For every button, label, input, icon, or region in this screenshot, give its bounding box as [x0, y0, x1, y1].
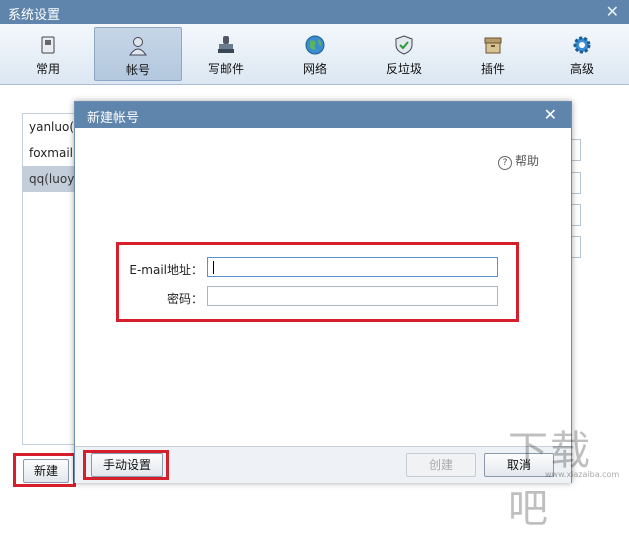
window-close-icon[interactable]: ✕ [606, 2, 619, 21]
tab-network[interactable]: 网络 [272, 27, 358, 79]
tab-general[interactable]: 常用 [5, 27, 91, 79]
settings-toolbar: 常用 帐号 写邮件 网络 反垃圾 插件 高级 [0, 24, 629, 85]
tab-general-label: 常用 [35, 62, 60, 76]
user-icon [129, 37, 147, 56]
help-link[interactable]: ? 帮助 [498, 152, 539, 170]
gear-icon [573, 36, 591, 54]
highlight-box [116, 242, 519, 322]
highlight-box [13, 453, 76, 487]
tab-antispam-label: 反垃圾 [385, 62, 422, 76]
dialog-titlebar: 新建帐号 ✕ [75, 102, 571, 128]
tab-compose[interactable]: 写邮件 [183, 27, 269, 79]
tab-advanced-label: 高级 [569, 62, 594, 76]
create-button[interactable]: 创建 [406, 453, 476, 477]
stamp-icon [218, 36, 234, 53]
highlight-box [83, 450, 169, 480]
watermark-url: www.xiazaiba.com [545, 470, 620, 479]
shield-icon [395, 35, 413, 55]
tab-advanced[interactable]: 高级 [539, 27, 625, 79]
globe-icon [305, 35, 325, 55]
tab-network-label: 网络 [302, 62, 327, 76]
dialog-title: 新建帐号 [87, 111, 140, 126]
window-titlebar: 系统设置 ✕ [0, 0, 629, 24]
phone-icon [41, 36, 55, 54]
dialog-close-icon[interactable]: ✕ [544, 105, 557, 124]
tab-account-label: 帐号 [125, 63, 150, 77]
tab-plugins-label: 插件 [480, 62, 505, 76]
tab-compose-label: 写邮件 [207, 62, 244, 76]
box-icon [484, 37, 502, 54]
tab-plugins[interactable]: 插件 [450, 27, 536, 79]
help-icon: ? [498, 156, 512, 170]
help-label: 帮助 [515, 154, 540, 168]
tab-antispam[interactable]: 反垃圾 [361, 27, 447, 79]
window-title: 系统设置 [8, 8, 61, 23]
new-account-dialog: 新建帐号 ✕ ? 帮助 E-mail地址： 密码： 手动设置 创建 取消 [74, 101, 572, 483]
tab-account[interactable]: 帐号 [94, 27, 182, 81]
